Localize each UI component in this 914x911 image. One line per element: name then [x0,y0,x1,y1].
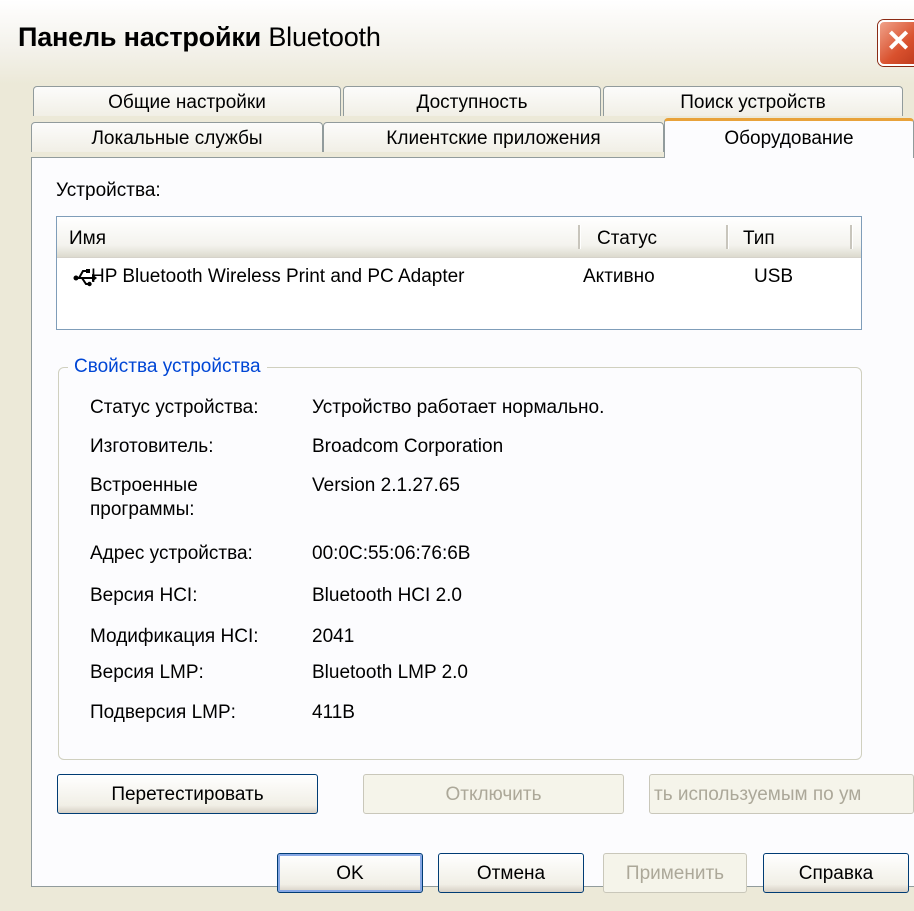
help-button[interactable]: Справка [763,853,909,893]
devices-list[interactable]: Имя Статус Тип HP Bluetooth Wireless Pri… [56,216,862,330]
property-label-line2: программы: [90,499,195,520]
tab-local-services[interactable]: Локальные службы [31,122,323,152]
property-label: Модификация HCI: [90,626,259,647]
property-label: Изготовитель: [90,436,214,457]
retest-button[interactable]: Перетестировать [57,774,318,814]
window-title-bold: Панель настройки [18,22,262,52]
property-value: Bluetooth LMP 2.0 [312,662,468,683]
property-value: 2041 [312,626,355,647]
devices-label: Устройства: [56,180,161,201]
property-value: 411B [312,702,355,723]
window-title-rest: Bluetooth [261,22,381,52]
tab-general-settings[interactable]: Общие настройки [33,86,341,116]
property-value: 00:0C:55:06:76:6B [312,543,471,564]
disable-button[interactable]: Отключить [363,774,624,814]
column-header-name[interactable]: Имя [69,217,106,257]
property-label: Адрес устройства: [90,543,253,564]
window-title: Панель настройки Bluetooth [18,22,381,53]
property-value: Устройство работает нормально. [312,397,605,418]
property-value: Bluetooth HCI 2.0 [312,585,462,606]
column-header-type[interactable]: Тип [743,217,775,257]
tab-accessibility[interactable]: Доступность [343,86,601,116]
column-divider[interactable] [578,225,581,249]
close-icon[interactable]: ✕ [878,20,914,66]
column-divider[interactable] [726,225,729,249]
tab-client-applications[interactable]: Клиентские приложения [323,122,664,152]
device-properties-title: Свойства устройства [68,356,267,378]
column-header-status[interactable]: Статус [597,217,657,257]
device-type-cell: USB [754,266,794,287]
devices-list-header: Имя Статус Тип [57,217,861,258]
property-value: Broadcom Corporation [312,436,504,457]
property-label: Версия LMP: [90,662,204,683]
column-divider[interactable] [850,225,853,249]
tab-device-search[interactable]: Поиск устройств [603,86,903,116]
property-label: Встроенные [90,475,198,496]
title-bar[interactable]: Панель настройки Bluetooth ✕ [0,0,914,84]
bluetooth-settings-window: Панель настройки Bluetooth ✕ Общие настр… [0,0,914,911]
cancel-button[interactable]: Отмена [438,853,584,893]
property-value: Version 2.1.27.65 [312,475,460,496]
ok-button[interactable]: OK [277,853,423,893]
device-name-cell: HP Bluetooth Wireless Print and PC Adapt… [91,266,465,287]
apply-button[interactable]: Применить [603,853,747,893]
set-default-button[interactable]: ть используемым по ум [649,774,914,814]
tab-hardware[interactable]: Оборудование [664,118,914,158]
property-label: Статус устройства: [90,397,259,418]
property-label: Подверсия LMP: [90,702,236,723]
property-label: Версия HCI: [90,585,198,606]
device-status-cell: Активно [583,266,655,287]
